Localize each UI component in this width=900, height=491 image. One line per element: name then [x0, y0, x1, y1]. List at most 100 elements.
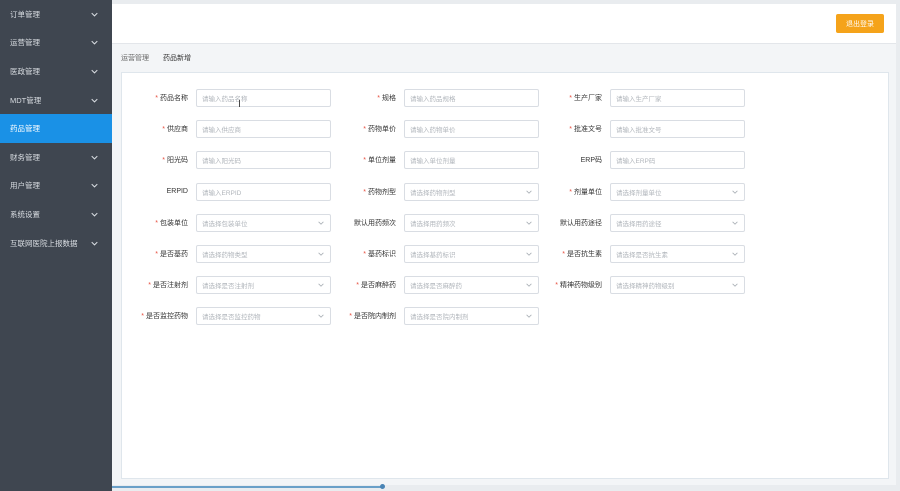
select-field[interactable]: 请选择药物剂型 — [404, 182, 539, 201]
sidebar-item-label: 医政管理 — [10, 66, 40, 76]
form-item: * 是否院内制剂 请选择是否院内制剂 — [344, 307, 539, 326]
field-label-text: 是否院内制剂 — [354, 313, 396, 321]
required-asterisk: * — [349, 313, 352, 321]
chevron-down-icon — [731, 250, 739, 258]
field-label-text: 生产厂家 — [574, 95, 602, 102]
select-field[interactable]: 请选择是否院内制剂 — [404, 307, 539, 326]
sidebar-item[interactable]: 药品管理 — [0, 114, 112, 143]
horizontal-scrollbar[interactable] — [112, 486, 382, 488]
sidebar-item[interactable]: 医政管理 — [0, 57, 112, 86]
chevron-down-icon — [90, 10, 98, 18]
form-item: * 是否监控药物 请选择是否监控药物 — [136, 307, 331, 326]
text-input[interactable]: 请输入ERPID — [196, 182, 331, 201]
required-asterisk: * — [363, 126, 366, 134]
form-item: * 是否抗生素 请选择是否抗生素 — [550, 245, 745, 263]
chevron-down-icon — [731, 281, 739, 289]
select-field[interactable]: 请选择包装单位 — [196, 213, 331, 232]
select-field[interactable]: 请选择是否监控药物 — [196, 307, 331, 326]
form-item: ERPID 请输入ERPID — [136, 182, 331, 201]
select-field[interactable]: 请选择用药频次 — [404, 213, 539, 232]
text-input[interactable]: 请输入ERP码 — [610, 151, 745, 170]
form-item: * 批准文号 请输入批准文号 — [550, 120, 745, 139]
sidebar-item[interactable]: MDT管理 — [0, 86, 112, 115]
select-field[interactable]: 请选择药物类型 — [196, 245, 331, 263]
placeholder-text: 请选择是否麻醉药 — [410, 283, 462, 291]
field-label: * 单位剂量 — [344, 155, 404, 165]
select-field[interactable]: 请选择是否麻醉药 — [404, 276, 539, 295]
form-item: * 精神药物级别 请选择精神药物级别 — [550, 276, 745, 295]
field-label-text: 默认用药频次 — [354, 219, 396, 227]
field-label: * 精神药物级别 — [550, 280, 610, 290]
field-label-text: 规格 — [382, 95, 396, 102]
text-input[interactable]: 请输入药品名称 — [196, 89, 331, 107]
required-asterisk: * — [569, 188, 572, 196]
select-field[interactable]: 请选择用药途径 — [610, 213, 745, 232]
required-asterisk: * — [162, 126, 165, 134]
form-item: * 是否注射剂 请选择是否注射剂 — [136, 276, 331, 295]
field-label-text: 单位剂量 — [368, 157, 396, 165]
text-input[interactable]: 请输入药品规格 — [404, 89, 539, 107]
required-asterisk: * — [377, 95, 380, 102]
field-label: 默认用药频次 — [344, 218, 404, 228]
placeholder-text: 请选择用药途径 — [616, 220, 662, 228]
sidebar: 订单管理 运营管理医政管理 MDT管理药品管理财务管理用户管理 系统设置 互联网医院上报… — [0, 0, 112, 491]
sidebar-item[interactable]: 订单管理 — [0, 0, 112, 29]
chevron-down-icon — [525, 188, 533, 196]
placeholder-text: 请选择精神药物级别 — [616, 283, 675, 291]
form-item: * 单位剂量 请输入单位剂量 — [344, 151, 539, 170]
field-label: ERP码 — [550, 155, 610, 165]
field-label: * 批准文号 — [550, 124, 610, 134]
form-item: * 供应商 请输入供应商 — [136, 120, 331, 139]
form-item: * 药物单价 请输入药物单价 — [344, 120, 539, 139]
placeholder-text: 请输入药品规格 — [410, 96, 456, 103]
placeholder-text: 请选择包装单位 — [202, 220, 248, 228]
text-input[interactable]: 请输入药物单价 — [404, 120, 539, 139]
select-field[interactable]: 请选择是否注射剂 — [196, 276, 331, 295]
sidebar-item[interactable]: 用户管理 — [0, 172, 112, 201]
chevron-down-icon — [525, 312, 533, 320]
logout-button[interactable]: 退出登录 — [836, 14, 884, 33]
field-label-text: 是否基药 — [160, 251, 188, 258]
placeholder-text: 请输入单位剂量 — [410, 158, 456, 166]
chevron-down-icon — [731, 188, 739, 196]
form-item: 默认用药频次 请选择用药频次 — [344, 213, 539, 232]
sidebar-item[interactable]: 财务管理 — [0, 143, 112, 172]
select-field[interactable]: 请选择精神药物级别 — [610, 276, 745, 295]
field-label: * 药品名称 — [136, 93, 196, 103]
sidebar-item[interactable]: 系统设置 — [0, 200, 112, 229]
text-input[interactable]: 请输入单位剂量 — [404, 151, 539, 170]
field-label-text: 默认用药途径 — [560, 219, 602, 227]
chevron-down-icon — [90, 182, 98, 190]
placeholder-text: 请输入药物单价 — [410, 127, 456, 135]
select-field[interactable]: 请选择是否抗生素 — [610, 245, 745, 263]
field-label-text: 供应商 — [167, 126, 188, 134]
chevron-down-icon — [90, 39, 98, 47]
required-asterisk: * — [555, 282, 558, 290]
select-field[interactable]: 请选择剂量单位 — [610, 182, 745, 201]
sidebar-item-label: 财务管理 — [10, 152, 40, 162]
text-input[interactable]: 请输入阳光码 — [196, 151, 331, 170]
breadcrumb-current: 药品新增 — [163, 55, 191, 62]
text-input[interactable]: 请输入生产厂家 — [610, 89, 745, 107]
sidebar-item[interactable]: 互联网医院上报数据 — [0, 229, 112, 258]
chevron-down-icon — [525, 250, 533, 258]
drug-form-panel: * 药品名称 请输入药品名称 * 规格 请输入药品规格 * 生产厂家 请输入生产厂家 * 供应商 请输… — [121, 72, 889, 479]
field-label-text: 包装单位 — [160, 219, 188, 227]
placeholder-text: 请输入ERP码 — [616, 158, 656, 166]
breadcrumb-parent[interactable]: 运营管理 — [121, 53, 149, 63]
scrollbar-thumb[interactable] — [380, 484, 385, 489]
sidebar-item-label: 药品管理 — [10, 124, 40, 134]
field-label: * 阳光码 — [136, 155, 196, 165]
text-input[interactable]: 请输入批准文号 — [610, 120, 745, 139]
sidebar-item[interactable]: 运营管理 — [0, 29, 112, 58]
select-field[interactable]: 请选择基药标识 — [404, 245, 539, 263]
placeholder-text: 请输入阳光码 — [202, 158, 241, 166]
field-label: * 药物剂型 — [344, 187, 404, 197]
text-input[interactable]: 请输入供应商 — [196, 120, 331, 139]
required-asterisk: * — [155, 251, 158, 258]
field-label: * 规格 — [344, 93, 404, 103]
field-label-text: ERP码 — [580, 157, 602, 165]
chevron-down-icon — [90, 210, 98, 218]
field-label: * 基药标识 — [344, 249, 404, 259]
top-bar: 退出登录 — [112, 4, 896, 44]
